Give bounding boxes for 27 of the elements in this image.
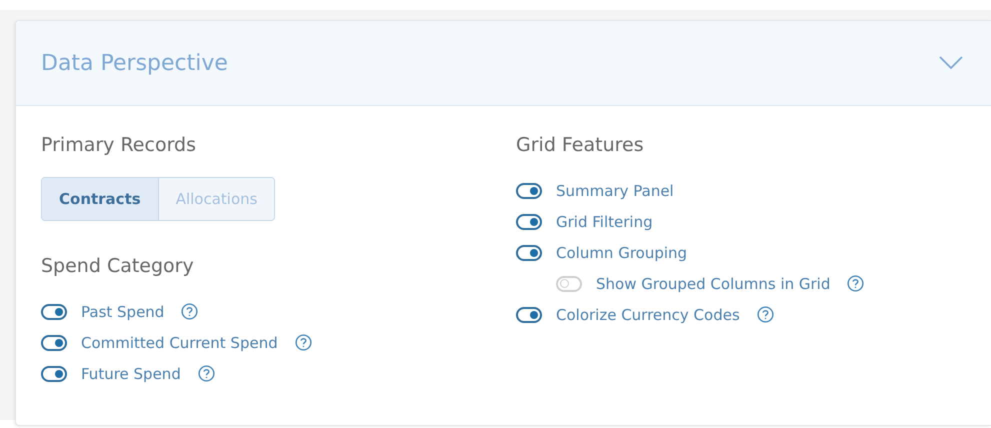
toggle-switch[interactable]	[41, 334, 67, 350]
toggle-label: Future Spend	[81, 364, 181, 382]
toggle-label: Column Grouping	[556, 244, 688, 262]
segment-option[interactable]: Allocations	[158, 178, 274, 220]
toggle-label: Show Grouped Columns in Grid	[596, 274, 830, 292]
section-heading: Grid Features	[516, 134, 645, 156]
help-icon[interactable]	[181, 303, 198, 320]
toggle-switch[interactable]	[41, 304, 67, 320]
panel-title: Data Perspective	[41, 50, 228, 76]
help-icon[interactable]	[198, 365, 215, 382]
toggle-switch[interactable]	[516, 182, 542, 198]
toggle-label: Colorize Currency Codes	[556, 306, 740, 324]
toggle-switch[interactable]	[516, 244, 542, 260]
toggle-label: Committed Current Spend	[81, 334, 278, 352]
toggle-label: Past Spend	[81, 302, 164, 320]
panel-header[interactable]: Data Perspective	[16, 21, 991, 106]
section-heading: Primary Records	[41, 134, 198, 156]
help-icon[interactable]	[756, 306, 774, 323]
toggle-label: Summary Panel	[556, 182, 674, 200]
help-icon[interactable]	[294, 334, 312, 351]
toggle-label: Grid Filtering	[556, 212, 653, 230]
toggle-switch[interactable]	[41, 366, 67, 382]
help-icon[interactable]	[847, 275, 864, 292]
toggle-switch[interactable]	[516, 306, 542, 322]
toggle-switch[interactable]	[516, 214, 542, 230]
section-heading: Spend Category	[41, 255, 195, 277]
segment-option[interactable]: Contracts	[42, 178, 159, 220]
